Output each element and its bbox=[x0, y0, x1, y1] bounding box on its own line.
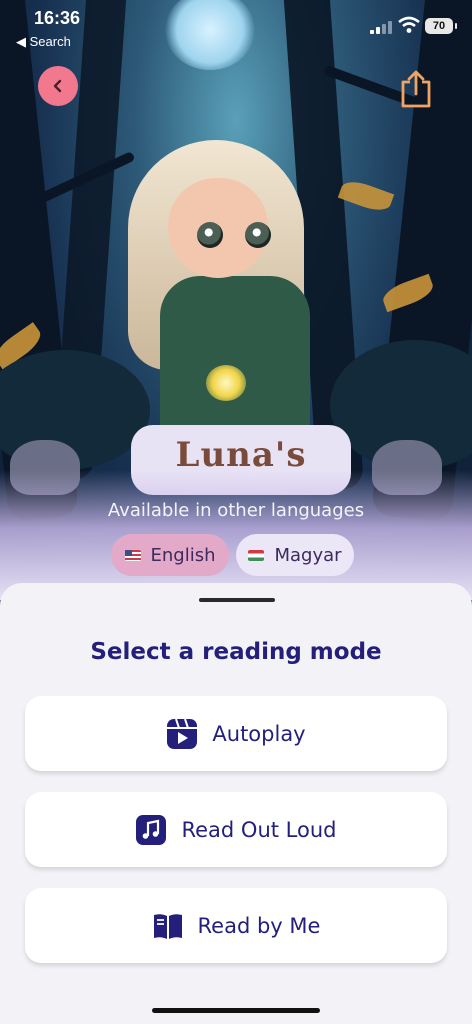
book-title: Luna's bbox=[175, 435, 307, 475]
sheet-grabber[interactable] bbox=[199, 598, 275, 602]
mode-label: Read by Me bbox=[197, 913, 321, 938]
home-indicator bbox=[152, 1008, 320, 1013]
language-chip-english[interactable]: English bbox=[111, 534, 229, 576]
share-icon[interactable] bbox=[396, 68, 436, 110]
language-chip-label: Magyar bbox=[274, 544, 342, 566]
glowing-lantern bbox=[206, 365, 246, 401]
book-icon bbox=[153, 913, 182, 939]
mode-label: Read Out Loud bbox=[181, 817, 337, 842]
us-flag-icon bbox=[124, 549, 141, 561]
languages-heading: Available in other languages bbox=[107, 500, 365, 521]
read-by-me-button[interactable]: Read by Me bbox=[25, 888, 447, 963]
autoplay-button[interactable]: Autoplay bbox=[25, 696, 447, 771]
hungary-flag-icon bbox=[248, 549, 265, 561]
character-eye bbox=[245, 222, 271, 248]
back-to-app-link[interactable]: ◀ Search bbox=[16, 34, 71, 50]
character-coat bbox=[160, 276, 310, 436]
back-button[interactable] bbox=[38, 66, 78, 106]
autoplay-icon bbox=[167, 718, 198, 749]
cellular-signal-icon bbox=[370, 20, 392, 34]
sheet-title: Select a reading mode bbox=[90, 639, 382, 665]
chevron-left-icon bbox=[53, 79, 62, 93]
language-chip-magyar[interactable]: Magyar bbox=[236, 534, 354, 576]
read-out-loud-button[interactable]: Read Out Loud bbox=[25, 792, 447, 867]
hero-fade-overlay bbox=[0, 470, 472, 600]
battery-icon: 70 bbox=[425, 18, 457, 34]
status-time: 16:36 bbox=[34, 8, 81, 28]
language-chip-label: English bbox=[150, 544, 216, 566]
wifi-icon bbox=[398, 16, 420, 33]
leaf bbox=[337, 176, 395, 216]
reading-mode-sheet: Select a reading mode Autoplay Read Out … bbox=[0, 583, 472, 1024]
mode-label: Autoplay bbox=[212, 721, 306, 746]
music-note-icon bbox=[136, 814, 167, 845]
character-eye bbox=[197, 222, 223, 248]
status-bar: 16:36 ◀ Search 70 bbox=[0, 0, 472, 56]
